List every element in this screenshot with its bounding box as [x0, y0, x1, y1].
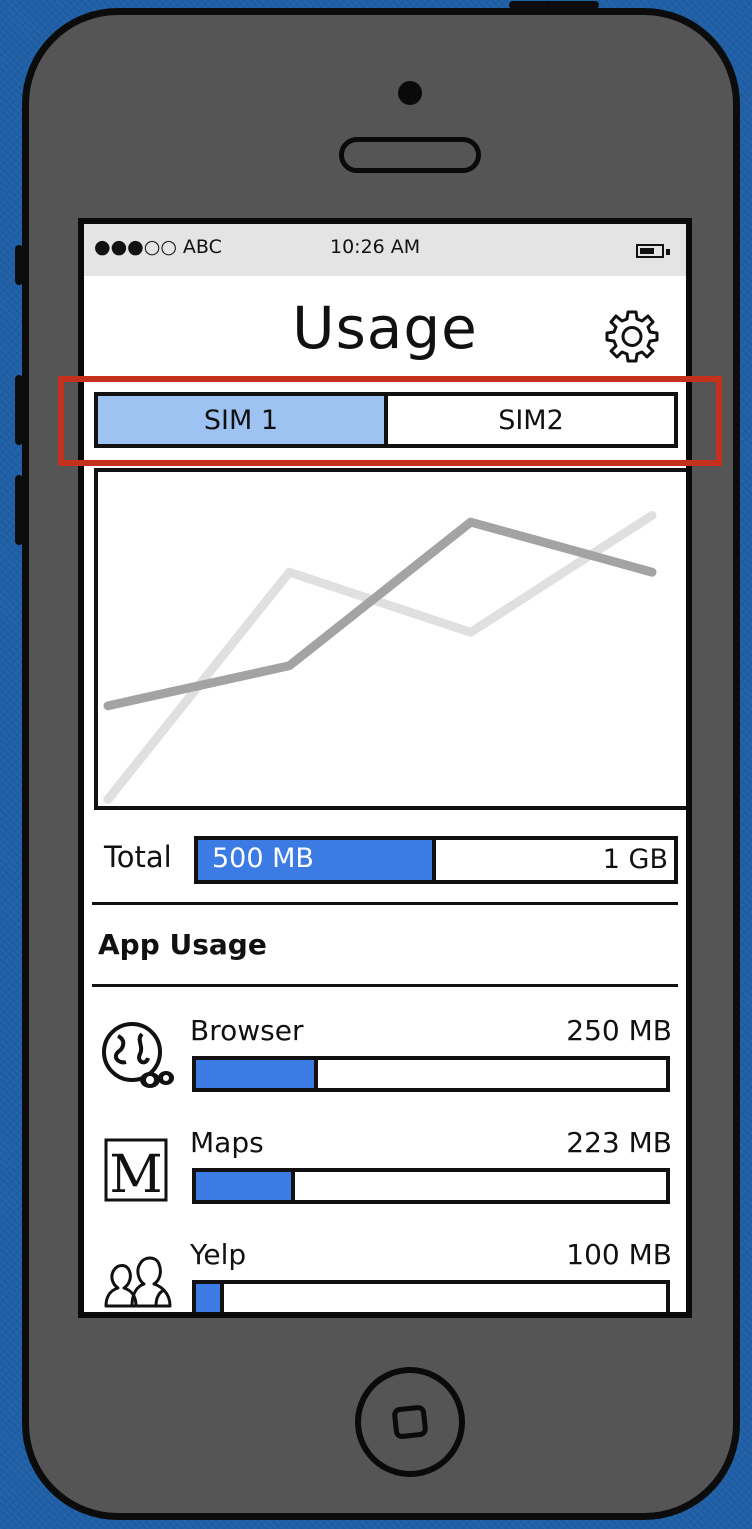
series-line-2 [103, 510, 657, 804]
battery-level [640, 248, 654, 254]
usage-chart [94, 468, 686, 810]
home-button[interactable] [355, 1367, 465, 1477]
battery-tip [666, 249, 670, 255]
app-usage-bar [192, 1280, 670, 1312]
speaker-slot [339, 137, 481, 173]
app-usage-fill [196, 1172, 295, 1200]
tab-sim-2[interactable]: SIM2 [388, 396, 674, 444]
people-icon [104, 1256, 172, 1308]
app-name: Browser [190, 1014, 304, 1047]
power-button [509, 1, 599, 9]
list-item-maps[interactable]: M Maps 223 MB [84, 1124, 686, 1220]
list-item-browser[interactable]: Browser 250 MB [84, 1012, 686, 1108]
app-usage-bar [192, 1168, 670, 1204]
page-title: Usage [292, 294, 478, 362]
gear-icon[interactable] [604, 308, 660, 364]
volume-down-button [15, 475, 23, 545]
app-usage-title: App Usage [98, 928, 267, 961]
screen: ●●●○○ ABC 10:26 AM Usage SIM 1 SIM2 Tota… [78, 218, 692, 1318]
camera-dot [398, 81, 422, 105]
app-usage-fill [196, 1284, 225, 1312]
volume-up-button [15, 375, 23, 445]
divider [92, 902, 678, 905]
app-name: Maps [190, 1126, 264, 1159]
total-used-value: 500 MB [212, 843, 314, 874]
battery-icon [636, 244, 670, 258]
app-name: Yelp [190, 1238, 247, 1271]
home-square-icon [391, 1404, 429, 1440]
globe-icon [102, 1022, 174, 1088]
app-size: 250 MB [566, 1014, 672, 1047]
divider [92, 984, 678, 987]
app-size: 100 MB [566, 1238, 672, 1271]
list-item-yelp[interactable]: Yelp 100 MB [84, 1236, 686, 1312]
status-bar: ●●●○○ ABC 10:26 AM [84, 224, 686, 276]
tab-sim-1[interactable]: SIM 1 [98, 396, 388, 444]
app-usage-fill [196, 1060, 319, 1088]
total-label: Total [104, 840, 172, 874]
app-size: 223 MB [566, 1126, 672, 1159]
svg-text:M: M [109, 1145, 162, 1205]
mute-switch [15, 245, 23, 285]
total-usage-bar: 500 MB 1 GB [194, 836, 678, 884]
series-line-1 [103, 517, 657, 711]
sim-tabs: SIM 1 SIM2 [94, 392, 678, 448]
map-m-icon: M [104, 1138, 168, 1205]
app-usage-bar [192, 1056, 670, 1092]
carrier-signal: ●●●○○ ABC [94, 236, 222, 258]
status-time: 10:26 AM [330, 236, 421, 258]
total-max-value: 1 GB [602, 844, 668, 875]
